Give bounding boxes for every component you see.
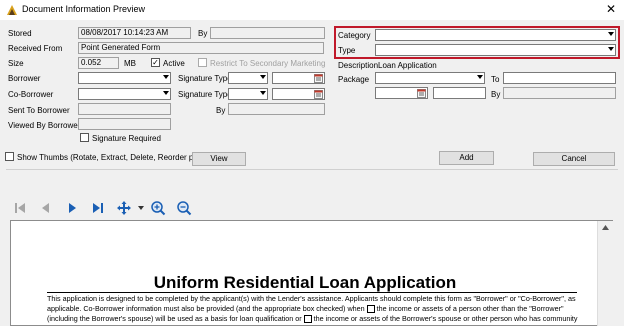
package-dropdown[interactable] <box>375 72 485 84</box>
to-label: To <box>491 75 500 84</box>
size-field: 0.052 <box>78 57 119 69</box>
viewed-by-borrower-field <box>78 118 171 130</box>
viewed-by-borrower-label: Viewed By Borrower <box>8 121 81 130</box>
show-thumbs-label: Show Thumbs (Rotate, Extract, Delete, Re… <box>17 153 214 162</box>
type-dropdown[interactable] <box>375 44 616 56</box>
signature-required-checkbox[interactable] <box>80 133 89 142</box>
borrower-label: Borrower <box>8 74 41 83</box>
vertical-scrollbar[interactable] <box>597 221 613 326</box>
package-by-field <box>503 87 616 99</box>
stored-by-label: By <box>198 29 208 38</box>
document-line-3: (including the Borrower's spouse) will b… <box>47 314 587 324</box>
active-label: Active <box>163 59 185 68</box>
active-checkbox[interactable]: ✓ <box>151 58 160 67</box>
document-preview[interactable]: Uniform Residential Loan Application Thi… <box>10 220 613 326</box>
signature-type-dropdown-2[interactable] <box>228 88 268 100</box>
received-from-field: Point Generated Form <box>78 42 324 54</box>
document-line-3b: the income or assets of the Borrower's s… <box>313 314 578 323</box>
calendar-icon[interactable] <box>314 74 323 83</box>
package-time-field[interactable] <box>433 87 486 99</box>
spouse-box-icon <box>303 315 312 324</box>
sent-to-borrower-field <box>78 103 171 115</box>
calendar-icon[interactable] <box>314 90 323 99</box>
package-date-field[interactable] <box>375 87 428 99</box>
document-line-2b: the income or assets of a person other t… <box>376 304 564 313</box>
signature-by-label: By <box>216 106 226 115</box>
borrower-dropdown[interactable] <box>78 72 171 84</box>
cancel-button[interactable]: Cancel <box>533 152 615 166</box>
close-icon[interactable]: ✕ <box>604 2 618 16</box>
stored-by-field <box>210 27 325 39</box>
size-label: Size <box>8 59 24 68</box>
package-label: Package <box>338 75 370 84</box>
restrict-label: Restrict To Secondary Marketing <box>210 59 326 68</box>
document-line-2a: applicable. Co-Borrower information must… <box>47 304 365 313</box>
received-from-label: Received From <box>8 44 63 53</box>
show-thumbs-checkbox[interactable] <box>5 152 14 161</box>
category-label: Category <box>338 31 371 40</box>
coborrower-dropdown[interactable] <box>78 88 171 100</box>
divider <box>6 169 618 170</box>
scroll-up-icon[interactable] <box>602 225 609 230</box>
type-label: Type <box>338 46 356 55</box>
coborrower-box-icon <box>366 305 375 314</box>
document-line-1: This application is designed to be compl… <box>47 294 576 303</box>
pan-dropdown-icon[interactable] <box>138 206 144 210</box>
title-rule <box>47 292 577 293</box>
document-line-2: applicable. Co-Borrower information must… <box>47 304 587 314</box>
sent-to-borrower-label: Sent To Borrower <box>8 106 70 115</box>
chevron-down-icon <box>608 32 614 36</box>
view-button[interactable]: View <box>192 152 246 166</box>
chevron-down-icon <box>608 47 614 51</box>
signature-type-label-1: Signature Type <box>178 74 232 83</box>
restrict-checkbox[interactable] <box>198 58 207 67</box>
last-page-icon[interactable] <box>90 200 106 216</box>
signature-date-field-2[interactable] <box>272 88 325 100</box>
calendar-icon[interactable] <box>417 89 426 98</box>
pan-move-icon[interactable] <box>116 200 132 216</box>
size-unit: MB <box>124 59 136 68</box>
package-by-label: By <box>491 90 501 99</box>
signature-required-label: Signature Required <box>92 134 161 143</box>
signature-date-field-1[interactable] <box>272 72 325 84</box>
signature-type-label-2: Signature Type <box>178 90 232 99</box>
zoom-out-icon[interactable] <box>176 200 192 216</box>
next-page-icon[interactable] <box>64 200 80 216</box>
add-button[interactable]: Add <box>439 151 494 165</box>
description-value[interactable]: Loan Application <box>378 61 437 70</box>
to-field[interactable] <box>503 72 616 84</box>
chevron-down-icon <box>477 75 483 79</box>
description-label: Description <box>338 61 379 70</box>
document-title: Uniform Residential Loan Application <box>153 273 457 292</box>
coborrower-label: Co-Borrower <box>8 90 54 99</box>
chevron-down-icon <box>260 75 266 79</box>
first-page-icon[interactable] <box>12 200 28 216</box>
chevron-down-icon <box>163 91 169 95</box>
stored-field: 08/08/2017 10:14:23 AM <box>78 27 191 39</box>
prev-page-icon[interactable] <box>38 200 54 216</box>
zoom-in-icon[interactable] <box>150 200 166 216</box>
document-line-3a: (including the Borrower's spouse) will b… <box>47 314 302 323</box>
app-icon <box>6 4 18 16</box>
category-dropdown[interactable] <box>375 29 616 41</box>
chevron-down-icon <box>260 91 266 95</box>
window-title: Document Information Preview <box>22 4 146 14</box>
signature-type-dropdown-1[interactable] <box>228 72 268 84</box>
stored-label: Stored <box>8 29 32 38</box>
chevron-down-icon <box>163 75 169 79</box>
signature-by-field <box>228 103 325 115</box>
